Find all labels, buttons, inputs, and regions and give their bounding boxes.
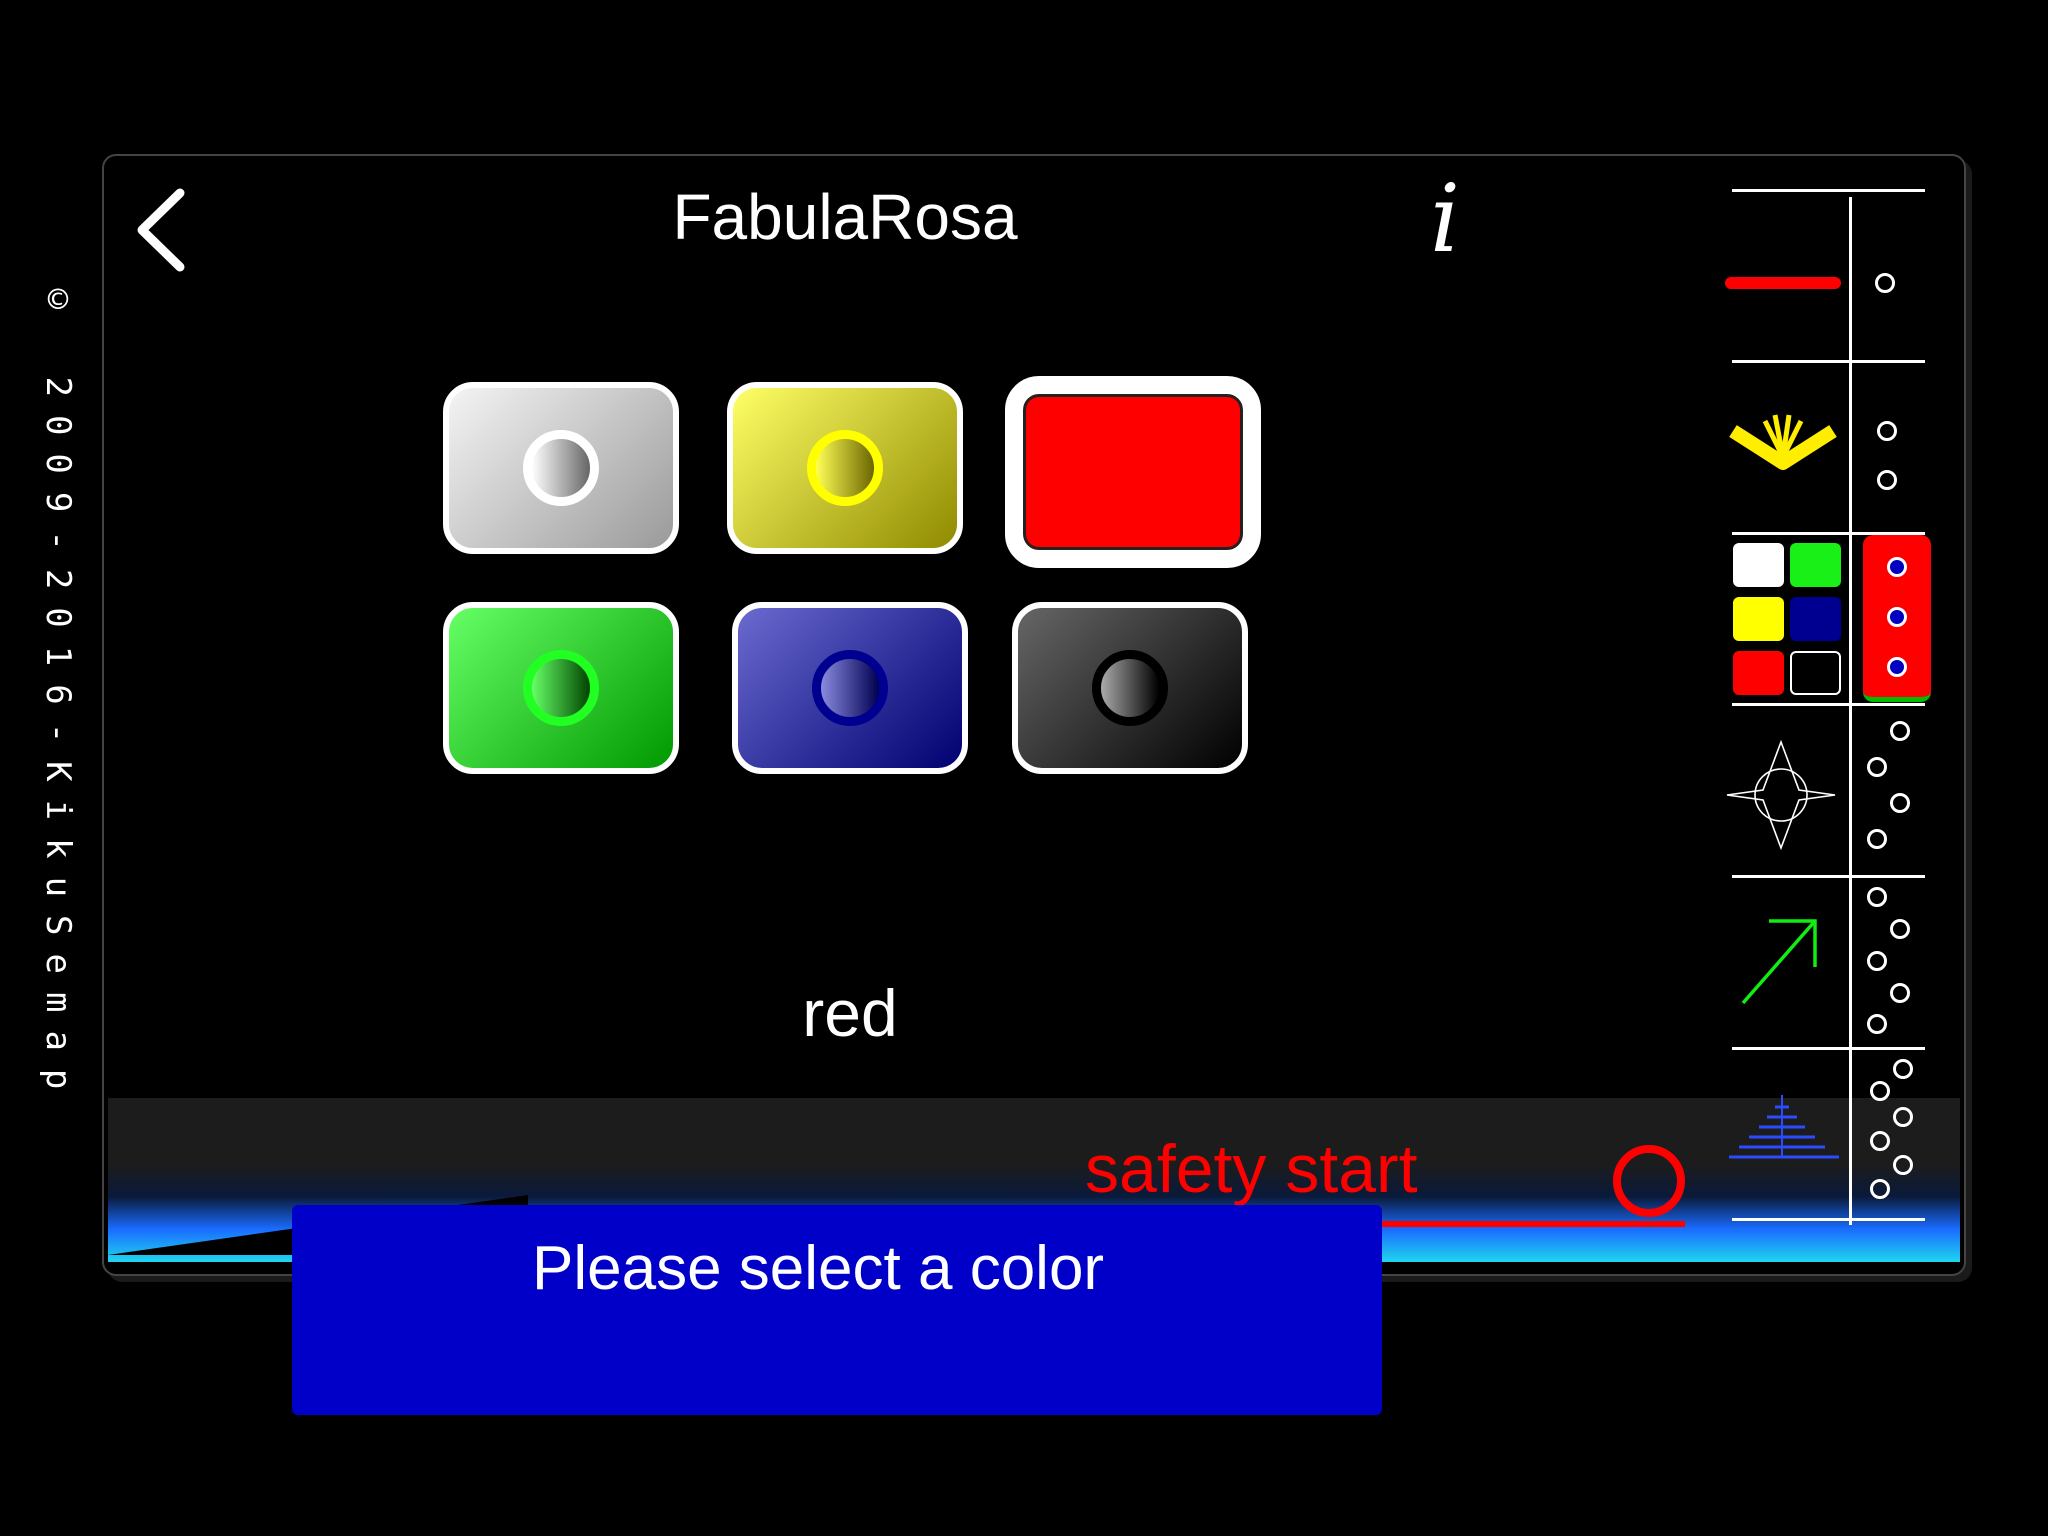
level-dot	[1887, 557, 1907, 577]
info-button[interactable]: i	[1415, 170, 1475, 270]
copyright-vertical: © 2009-2016-KikuSemap	[38, 280, 94, 1280]
level-dot	[1875, 273, 1895, 293]
level-dot	[1887, 657, 1907, 677]
level-dot	[1890, 919, 1910, 939]
color-swatch-black[interactable]	[1012, 602, 1248, 774]
rail-item-pyramid-tool[interactable]	[1725, 1051, 1925, 1216]
grid-cell-green	[1790, 543, 1841, 587]
rail-item-color-tool[interactable]	[1725, 535, 1931, 702]
rail-item-arrow-tool[interactable]	[1725, 879, 1925, 1044]
color-swatch-red[interactable]	[1005, 376, 1261, 568]
level-dot	[1870, 1131, 1890, 1151]
green-arrow-icon	[1741, 919, 1817, 1005]
rail-divider	[1732, 703, 1925, 706]
swatch-ring	[523, 430, 599, 506]
rail-divider	[1732, 189, 1925, 192]
selected-color-label: red	[802, 976, 898, 1050]
copyright-text: © 2009-2016-KikuSemap	[38, 280, 78, 1108]
yellow-rays-icon	[1729, 414, 1837, 470]
red-line-icon	[1725, 277, 1841, 289]
level-dot	[1893, 1059, 1913, 1079]
rail-divider	[1732, 360, 1925, 363]
color-swatch-blue[interactable]	[732, 602, 968, 774]
color-swatch-white[interactable]	[443, 382, 679, 554]
swatch-ring	[812, 650, 888, 726]
chevron-left-icon	[137, 188, 185, 272]
safety-start-label: safety start	[1085, 1131, 1418, 1207]
level-dot	[1870, 1081, 1890, 1101]
level-dot	[1877, 470, 1897, 490]
rail-divider	[1732, 875, 1925, 878]
swatch-ring	[523, 650, 599, 726]
safety-start-button[interactable]	[1613, 1145, 1685, 1217]
grid-cell-red	[1733, 651, 1784, 695]
color-swatch-green[interactable]	[443, 602, 679, 774]
grid-cell-black	[1790, 651, 1841, 695]
rail-item-line-tool[interactable]	[1725, 193, 1925, 358]
swatch-ring	[1092, 650, 1168, 726]
compass-star-icon	[1726, 740, 1836, 850]
level-dot	[1893, 1155, 1913, 1175]
level-dot	[1867, 757, 1887, 777]
level-dot	[1867, 951, 1887, 971]
swatch-ring	[807, 430, 883, 506]
info-icon: i	[1429, 165, 1461, 274]
rail-item-rays-tool[interactable]	[1725, 365, 1925, 530]
level-dot	[1890, 983, 1910, 1003]
grid-cell-yellow	[1733, 597, 1784, 641]
back-button[interactable]	[130, 185, 200, 275]
toast-message: Please select a color	[292, 1205, 1382, 1415]
toast-text: Please select a color	[532, 1234, 1105, 1303]
level-dot	[1887, 607, 1907, 627]
level-dot	[1870, 1179, 1890, 1199]
level-dot	[1893, 1107, 1913, 1127]
page-title: FabulaRosa	[672, 181, 1018, 253]
grid-cell-blue	[1790, 597, 1841, 641]
rail-item-star-tool[interactable]	[1725, 707, 1925, 872]
color-grid-icon	[1733, 543, 1845, 695]
tool-rail	[1725, 185, 1931, 1225]
level-dot	[1867, 829, 1887, 849]
level-dot	[1890, 721, 1910, 741]
rail-divider	[1732, 1047, 1925, 1050]
color-swatch-yellow[interactable]	[727, 382, 963, 554]
level-dot	[1890, 793, 1910, 813]
level-dot	[1877, 421, 1897, 441]
level-dot	[1867, 1014, 1887, 1034]
grid-cell-white	[1733, 543, 1784, 587]
rail-divider	[1732, 1218, 1925, 1221]
level-dot	[1867, 887, 1887, 907]
blue-pyramid-icon	[1729, 1095, 1839, 1159]
